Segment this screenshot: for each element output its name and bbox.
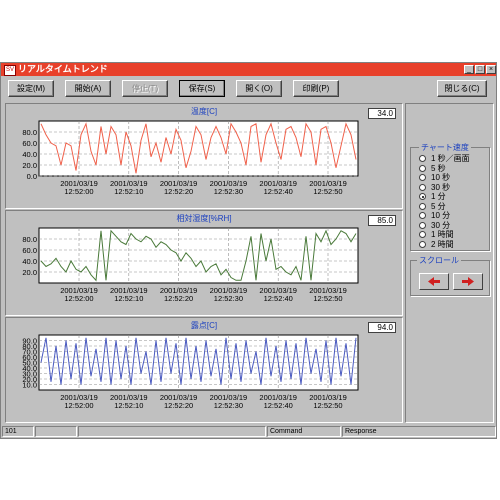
speed-option-label: 2 時間 <box>431 239 454 249</box>
temperature-plot: 0.020.040.060.080.02001/03/1912:52:00200… <box>22 120 359 196</box>
radio-icon[interactable] <box>419 193 426 200</box>
radio-icon[interactable] <box>419 202 426 210</box>
x-tick-time: 12:52:40 <box>264 187 293 196</box>
status-bar: 101 Command Response <box>1 425 496 438</box>
x-tick-time: 12:52:30 <box>214 187 243 196</box>
radio-icon[interactable] <box>419 231 426 238</box>
speed-option-label: 10 秒 <box>431 173 451 182</box>
x-tick-time: 12:52:40 <box>264 401 293 410</box>
radio-icon[interactable] <box>419 174 426 181</box>
humidity-plot: 20.040.060.080.02001/03/1912:52:002001/0… <box>22 227 359 303</box>
humidity-chart-panel: 相対湿度[%RH] 85.0 20.0 40.0 60.0 80.0 2001/03/1… <box>5 210 403 316</box>
radio-icon[interactable] <box>419 212 426 219</box>
radio-icon[interactable] <box>419 155 426 162</box>
y-tick-label: 40.0 <box>22 150 37 159</box>
scroll-label: スクロール <box>417 255 461 266</box>
chart-speed-label: チャート速度 <box>419 142 471 153</box>
arrow-left-icon <box>428 277 440 286</box>
chart-speed-group: チャート速度 1 秒／画面 5 秒 10 秒 30 秒1 分5 分 10 分 30 分1 … <box>410 142 490 251</box>
scroll-left-button[interactable] <box>419 273 449 290</box>
x-tick-time: 12:52:50 <box>313 294 342 303</box>
x-tick-time: 12:52:00 <box>64 401 93 410</box>
dewpoint-plot: 10.020.030.040.050.060.070.080.090.02001… <box>22 334 359 410</box>
y-tick-label: 0.0 <box>27 172 37 181</box>
stop-button[interactable]: 停止(T) <box>122 80 168 97</box>
status-cell <box>78 426 266 437</box>
x-tick-time: 12:52:00 <box>64 294 93 303</box>
print-button[interactable]: 印刷(P) <box>293 80 339 97</box>
open-button[interactable]: 開く(O) <box>236 80 282 97</box>
status-cell: 101 <box>2 426 34 437</box>
y-tick-label: 90.0 <box>22 337 37 346</box>
x-tick-time: 12:52:30 <box>214 294 243 303</box>
title-bar: SV リアルタイムトレンド _ □ × <box>1 63 496 76</box>
x-tick-time: 12:52:20 <box>164 401 193 410</box>
speed-option-label: 1 分 <box>431 192 446 201</box>
x-tick-time: 12:52:00 <box>64 187 93 196</box>
scroll-right-button[interactable] <box>453 273 483 290</box>
y-tick-label: 40.0 <box>22 257 37 266</box>
speed-option-label: 1 秒／画面 <box>431 154 470 163</box>
app-icon: SV <box>4 65 16 76</box>
x-tick-time: 12:52:10 <box>114 294 143 303</box>
save-button[interactable]: 保存(S) <box>179 80 225 97</box>
x-tick-time: 12:52:50 <box>313 187 342 196</box>
dewpoint-chart-panel: 露点[C] 94.0 10.0 20.0 30.0 40.0 50.0 60.0 70.0 8… <box>5 317 403 423</box>
y-tick-label: 80.0 <box>22 235 37 244</box>
x-tick-time: 12:52:40 <box>264 294 293 303</box>
radio-icon[interactable] <box>419 221 426 229</box>
temperature-chart-panel: 温度[C] 34.0 0.0 20.0 40.0 60.0 80.0 2001/03/19… <box>5 103 403 209</box>
status-response: Response <box>342 426 496 437</box>
speed-option-label: 5 秒 <box>431 163 446 173</box>
arrow-right-icon <box>462 277 474 286</box>
maximize-icon[interactable]: □ <box>475 65 485 74</box>
speed-option-label: 5 分 <box>431 201 446 211</box>
y-tick-label: 60.0 <box>22 246 37 255</box>
control-panel: チャート速度 1 秒／画面 5 秒 10 秒 30 秒1 分5 分 10 分 30 分1 … <box>405 103 494 423</box>
x-tick-time: 12:52:10 <box>114 187 143 196</box>
radio-icon[interactable] <box>419 183 426 191</box>
minimize-icon[interactable]: _ <box>464 65 474 74</box>
status-command: Command <box>267 426 341 437</box>
start-button[interactable]: 開始(A) <box>65 80 111 97</box>
window-title: リアルタイムトレンド <box>18 64 108 74</box>
status-cell <box>35 426 77 437</box>
radio-icon[interactable] <box>419 240 426 248</box>
y-tick-label: 60.0 <box>22 139 37 148</box>
y-tick-label: 20.0 <box>22 161 37 170</box>
scroll-group: スクロール <box>410 255 490 296</box>
speed-option-label: 1 時間 <box>431 230 454 239</box>
x-tick-time: 12:52:20 <box>164 294 193 303</box>
settings-button[interactable]: 設定(M) <box>8 80 54 97</box>
x-tick-time: 12:52:30 <box>214 401 243 410</box>
toolbar: 設定(M) 開始(A) 停止(T) 保存(S) 開く(O) 印刷(P) 閉じる(… <box>1 76 496 102</box>
x-tick-time: 12:52:10 <box>114 401 143 410</box>
radio-icon[interactable] <box>419 164 426 172</box>
close-icon[interactable]: × <box>486 65 496 74</box>
y-tick-label: 80.0 <box>22 128 37 137</box>
close-button[interactable]: 閉じる(C) <box>437 80 487 97</box>
y-tick-label: 20.0 <box>22 268 37 277</box>
x-tick-time: 12:52:20 <box>164 187 193 196</box>
speed-option-label: 30 秒 <box>431 182 451 192</box>
speed-option-label: 30 分 <box>431 220 451 230</box>
app-window: SV リアルタイムトレンド _ □ × 設定(M) 開始(A) 停止(T) 保存… <box>0 62 497 439</box>
x-tick-time: 12:52:50 <box>313 401 342 410</box>
speed-option-label: 10 分 <box>431 211 451 220</box>
